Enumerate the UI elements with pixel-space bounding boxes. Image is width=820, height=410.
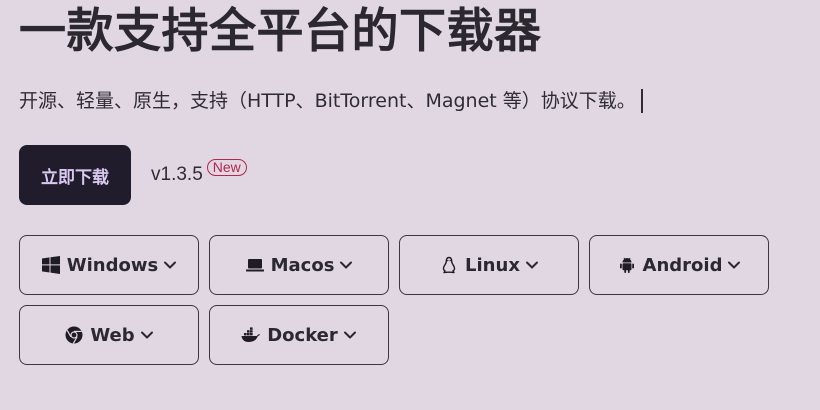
chevron-down-icon [339,258,353,272]
new-badge: New [206,159,247,176]
subtitle-text: 开源、轻量、原生，支持（HTTP、BitTorrent、Magnet 等）协议下… [19,90,636,112]
linux-icon [439,255,459,275]
chevron-down-icon [343,328,357,342]
version-info: v1.3.5 New [151,158,247,192]
platform-selector: Windows Macos Linux Android Web Docker [19,235,779,365]
laptop-icon [245,255,265,275]
page-title: 一款支持全平台的下载器 [19,4,542,59]
platform-label: Web [90,324,135,346]
platform-button-linux[interactable]: Linux [399,235,579,295]
platform-button-android[interactable]: Android [589,235,769,295]
platform-button-web[interactable]: Web [19,305,199,365]
text-caret [640,89,643,113]
platform-label: Android [642,254,723,276]
platform-label: Linux [465,254,520,276]
subtitle: 开源、轻量、原生，支持（HTTP、BitTorrent、Magnet 等）协议下… [19,86,643,116]
windows-icon [41,255,61,275]
platform-label: Macos [270,254,335,276]
platform-button-macos[interactable]: Macos [209,235,389,295]
platform-label: Windows [66,254,159,276]
chrome-icon [64,325,84,345]
platform-button-windows[interactable]: Windows [19,235,199,295]
docker-icon [241,325,261,345]
version-label: v1.3.5 [151,164,203,185]
android-icon [617,255,637,275]
platform-button-docker[interactable]: Docker [209,305,389,365]
platform-label: Docker [267,324,338,346]
download-now-button[interactable]: 立即下载 [19,145,131,205]
chevron-down-icon [140,328,154,342]
chevron-down-icon [163,258,177,272]
chevron-down-icon [525,258,539,272]
chevron-down-icon [727,258,741,272]
